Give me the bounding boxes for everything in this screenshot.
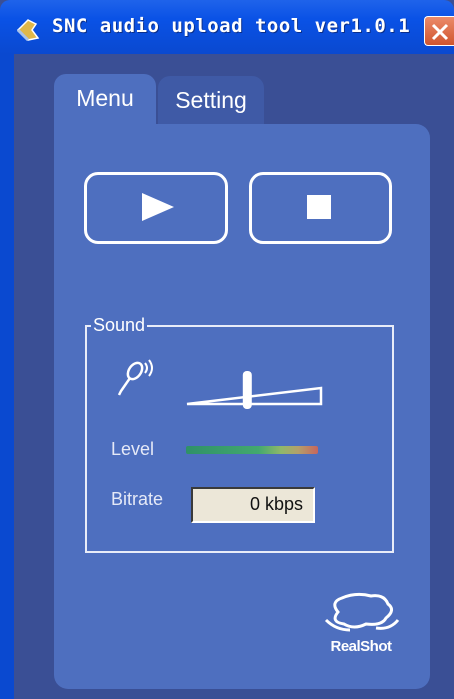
client-area: Setting Sound Level Bitrate 0 kbps RealS… bbox=[14, 54, 454, 699]
stop-icon bbox=[307, 195, 331, 219]
realshot-logo: RealShot bbox=[316, 590, 406, 666]
title-bar[interactable]: SNC audio upload tool ver1.0.1 bbox=[0, 0, 454, 54]
sound-group: Sound Level Bitrate 0 kbps bbox=[85, 314, 394, 553]
app-icon bbox=[16, 19, 40, 42]
play-button[interactable] bbox=[84, 172, 228, 244]
realshot-logo-icon bbox=[324, 592, 400, 632]
volume-slider[interactable] bbox=[185, 362, 325, 412]
level-meter bbox=[186, 446, 318, 454]
tab-setting[interactable]: Setting bbox=[158, 76, 264, 126]
level-label: Level bbox=[111, 439, 155, 459]
bitrate-label: Bitrate bbox=[111, 489, 164, 509]
realshot-logo-text: RealShot bbox=[330, 638, 392, 655]
volume-slider-track bbox=[186, 386, 323, 406]
tab-menu[interactable]: Menu bbox=[54, 74, 156, 126]
app-window: SNC audio upload tool ver1.0.1 Setting S… bbox=[0, 0, 454, 699]
bitrate-field: 0 kbps bbox=[191, 487, 315, 523]
window-frame-left bbox=[0, 54, 14, 699]
close-icon bbox=[431, 23, 449, 41]
stop-button[interactable] bbox=[249, 172, 392, 244]
close-button[interactable] bbox=[424, 16, 454, 46]
volume-slider-thumb bbox=[242, 371, 252, 409]
microphone-icon bbox=[117, 359, 153, 396]
menu-panel: Sound Level Bitrate 0 kbps RealShot bbox=[54, 124, 430, 689]
play-icon bbox=[142, 193, 174, 221]
sound-group-label: Sound bbox=[91, 314, 148, 336]
window-title: SNC audio upload tool ver1.0.1 bbox=[52, 15, 411, 37]
